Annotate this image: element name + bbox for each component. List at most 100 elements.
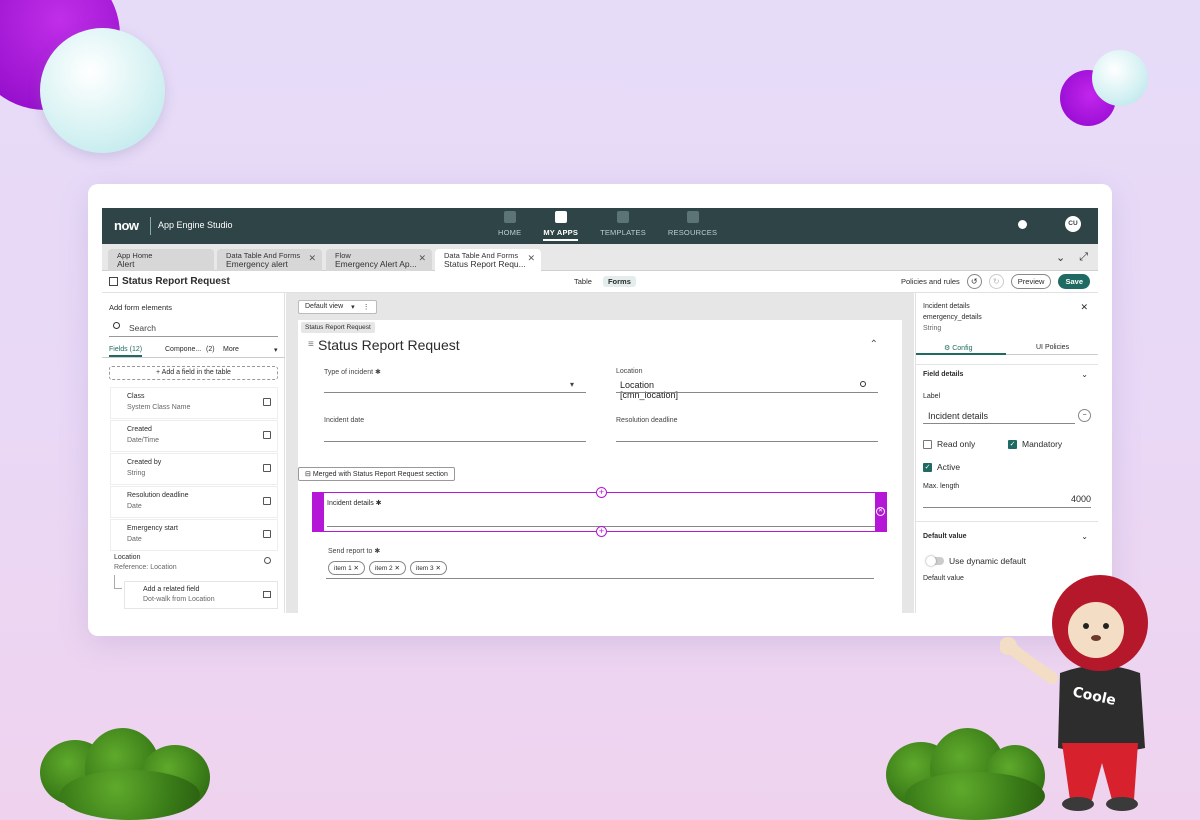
checkbox-checked-icon: ✓ xyxy=(923,462,932,472)
form-canvas: Default view ▾ ⋮ Status Report Request ≡… xyxy=(286,293,914,613)
tab-app-home[interactable]: App Home Alert xyxy=(108,249,214,271)
redo-icon[interactable]: ↻ xyxy=(988,274,1004,289)
tab-ui-policies[interactable]: UI Policies xyxy=(1036,344,1069,351)
location-field[interactable]: Location Location [cmn_location] xyxy=(616,368,878,400)
tab-emergency-alert[interactable]: Data Table And Forms Emergency alert ✕ xyxy=(217,249,322,271)
search-input[interactable]: Search xyxy=(109,320,278,337)
table-forms-switch: Table Forms xyxy=(569,276,636,287)
tab-more[interactable]: More xyxy=(223,346,239,353)
field-name: Created by xyxy=(127,459,162,466)
mascot-pants xyxy=(1062,743,1138,800)
chip-item-1[interactable]: item 1 ✕ xyxy=(328,561,365,575)
field-item-emergency-start[interactable]: Emergency start Date xyxy=(111,520,277,550)
search-icon[interactable] xyxy=(264,557,271,564)
nav-home[interactable]: HOME xyxy=(498,211,521,241)
preview-button[interactable]: Preview xyxy=(1010,274,1052,289)
add-below-icon[interactable]: + xyxy=(596,526,607,537)
default-value-header[interactable]: Default value xyxy=(923,533,967,540)
nav-my-apps[interactable]: MY APPS xyxy=(543,211,578,241)
mascot-shoe xyxy=(1106,797,1138,811)
chevron-down-icon[interactable]: ⌄ xyxy=(1056,251,1065,264)
read-only-checkbox[interactable]: Read only xyxy=(923,439,975,449)
required-icon: ✱ xyxy=(374,369,381,376)
decor-bubble-glass xyxy=(40,28,165,153)
add-related-field[interactable]: Add a related field Dot-walk from Locati… xyxy=(125,582,277,608)
max-length-caption: Max. length xyxy=(923,483,960,490)
more-icon[interactable]: ⋮ xyxy=(363,303,370,311)
add-above-icon[interactable]: + xyxy=(596,487,607,498)
chevron-down-icon[interactable]: ⌄ xyxy=(1081,370,1088,379)
nav-templates[interactable]: TEMPLATES xyxy=(600,211,646,241)
chevron-down-icon[interactable]: ⌄ xyxy=(1081,532,1088,541)
policies-rules-link[interactable]: Policies and rules xyxy=(901,277,960,286)
chevron-up-icon[interactable]: ⌃ xyxy=(870,339,878,350)
expand-icon[interactable]: ⤢ xyxy=(1079,251,1088,264)
chip-item-2[interactable]: item 2 ✕ xyxy=(368,561,406,575)
divider xyxy=(916,364,1098,365)
caret-down-icon[interactable]: ▾ xyxy=(274,346,278,354)
incident-date-field[interactable]: Incident date xyxy=(324,417,586,442)
tab-components[interactable]: Compone... xyxy=(165,346,201,353)
search-icon xyxy=(113,322,120,329)
tab-flow[interactable]: Flow Emergency Alert Ap... ✕ xyxy=(326,249,432,271)
max-length-input[interactable]: 4000 xyxy=(1071,494,1091,504)
remove-icon[interactable]: − xyxy=(1078,409,1091,422)
close-icon[interactable]: ✕ xyxy=(418,254,426,263)
field-name: Resolution deadline xyxy=(127,492,189,499)
tab-components-count: (2) xyxy=(206,346,215,353)
help-icon[interactable] xyxy=(1018,220,1027,229)
table-toggle[interactable]: Table xyxy=(569,276,597,287)
mandatory-checkbox[interactable]: ✓ Mandatory xyxy=(1008,439,1062,449)
drag-handle-icon[interactable] xyxy=(313,493,324,531)
close-icon[interactable]: ✕ xyxy=(1080,302,1088,313)
tab-fields[interactable]: Fields (12) xyxy=(109,346,143,357)
related-field-name: Add a related field xyxy=(143,586,200,593)
save-button[interactable]: Save xyxy=(1058,274,1090,289)
field-item-class[interactable]: Class System Class Name xyxy=(111,388,277,418)
avatar[interactable]: CU xyxy=(1065,216,1081,232)
page-title: Status Report Request xyxy=(122,276,230,287)
view-name: Default view xyxy=(305,303,344,310)
tab-config[interactable]: ⚙ Config xyxy=(944,344,972,352)
close-icon[interactable]: ✕ xyxy=(527,254,535,263)
add-field-button[interactable]: + Add a field in the table xyxy=(109,366,278,380)
mascot-eye xyxy=(1103,623,1109,629)
read-only-label: Read only xyxy=(937,439,976,449)
label-input[interactable]: Incident details xyxy=(923,408,1075,424)
active-checkbox[interactable]: ✓ Active xyxy=(923,462,960,472)
grid-icon xyxy=(554,211,567,223)
field-item-created[interactable]: Created Date/Time xyxy=(111,421,277,451)
chip-label: item 2 xyxy=(374,565,393,572)
tab-subtitle: Status Report Requ... xyxy=(444,259,526,269)
field-item-created-by[interactable]: Created by String xyxy=(111,454,277,484)
field-type: Date xyxy=(127,536,142,543)
field-type: Date/Time xyxy=(127,437,160,444)
related-field-sub: Dot-walk from Location xyxy=(143,596,215,603)
forms-toggle[interactable]: Forms xyxy=(602,276,636,287)
divider xyxy=(916,521,1098,522)
resolution-deadline-field[interactable]: Resolution deadline xyxy=(616,417,878,442)
mascot-eye xyxy=(1083,623,1089,629)
field-item-resolution-deadline[interactable]: Resolution deadline Date xyxy=(111,487,277,517)
drag-handle-icon[interactable]: ≡ xyxy=(308,339,314,350)
panel-title: Add form elements xyxy=(109,303,172,312)
field-details-header[interactable]: Field details xyxy=(923,371,963,378)
nav-resources[interactable]: RESOURCES xyxy=(668,211,717,241)
dynamic-default-toggle[interactable]: Use dynamic default xyxy=(926,556,1026,566)
tree-connector xyxy=(114,575,122,589)
close-icon[interactable]: ✕ xyxy=(308,254,316,263)
remove-icon[interactable]: ✕ xyxy=(876,507,885,516)
undo-icon[interactable]: ↺ xyxy=(966,274,982,289)
caret-down-icon: ▾ xyxy=(351,304,355,311)
view-selector[interactable]: Default view ▾ ⋮ xyxy=(298,300,377,314)
tab-status-report[interactable]: Data Table And Forms Status Report Requ.… xyxy=(435,249,541,271)
mandatory-label: Mandatory xyxy=(1022,439,1063,449)
field-system-name: emergency_details xyxy=(923,314,982,321)
field-label: Type of incident xyxy=(324,369,374,376)
field-item-location[interactable]: Location Reference: Location xyxy=(114,554,177,571)
nav-resources-label: RESOURCES xyxy=(667,228,718,237)
send-report-chips: item 1 ✕ item 2 ✕ item 3 ✕ xyxy=(328,561,447,575)
type-of-incident-field[interactable]: Type of incident ✱ ▾ xyxy=(324,368,586,393)
form-title: Status Report Request xyxy=(318,337,460,353)
chip-item-3[interactable]: item 3 ✕ xyxy=(409,561,447,575)
